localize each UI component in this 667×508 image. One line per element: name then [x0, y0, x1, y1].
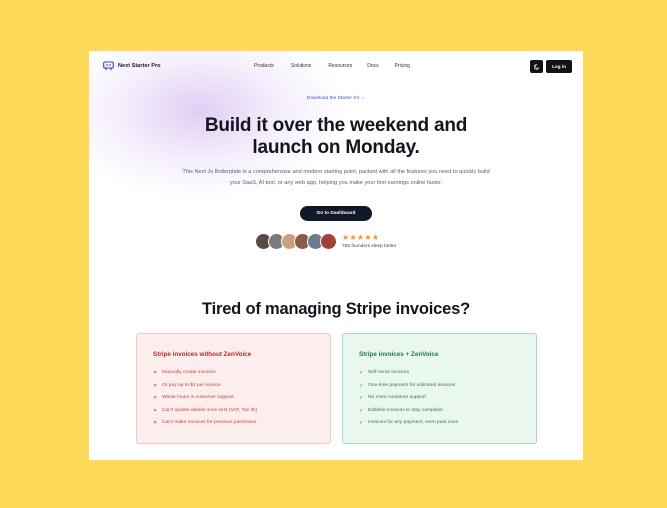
check-icon: ✓: [359, 395, 364, 401]
logo-icon: [103, 61, 114, 71]
nav-item-docs[interactable]: Docs: [367, 63, 378, 69]
list-item-text: Can't update details once sent (VAT, Tax…: [162, 407, 257, 413]
headline-line-1: Build it over the weekend and: [204, 115, 468, 136]
list-item: ✕ Manually create invoices: [153, 367, 330, 380]
list-item: ✓ No more customer support: [359, 392, 536, 405]
avatar: [320, 233, 337, 250]
avatar-group: [255, 233, 337, 250]
headline-line-2: launch on Monday.: [252, 137, 420, 158]
top-nav: Next Starter Pro Products Solutions Reso…: [89, 51, 583, 83]
social-proof: ★★★★★ 785 founders sleep better: [255, 233, 396, 250]
list-item-text: Manually create invoices: [162, 370, 216, 375]
list-item-text: One-time payment for unlimited invoices: [368, 382, 456, 388]
list-item: ✕ Can't update details once sent (VAT, Ta…: [153, 405, 330, 418]
without-list: ✕ Manually create invoices ✕ Or pay up to …: [153, 367, 330, 430]
rating: ★★★★★ 785 founders sleep better: [342, 233, 397, 250]
nav-item-solutions[interactable]: Solutions: [291, 63, 312, 69]
list-item: ✕ Waste hours in customer support: [153, 392, 330, 405]
go-to-dashboard-button[interactable]: Go to Dashboard: [300, 206, 372, 221]
comparison-title: Tired of managing Stripe invoices?: [202, 300, 470, 318]
theme-toggle-button[interactable]: [530, 60, 543, 73]
list-item-text: Invoices for any payment, even past ones: [368, 420, 459, 425]
star-rating-icons: ★★★★★: [342, 233, 380, 242]
with-zenvoice-card: Stripe invoices + ZenVoice ✓ Self-serve i…: [342, 333, 537, 444]
x-icon: ✕: [153, 407, 158, 414]
with-card-heading: Stripe invoices + ZenVoice: [359, 351, 439, 358]
list-item-text: No more customer support: [368, 395, 426, 400]
with-list: ✓ Self-serve invoices ✓ One-time payment f…: [359, 367, 536, 430]
list-item: ✓ Invoices for any payment, even past one…: [359, 417, 536, 430]
login-button[interactable]: Log in: [546, 60, 572, 73]
check-icon: ✓: [359, 382, 364, 389]
x-icon: ✕: [153, 395, 158, 401]
list-item-text: Editable invoices to stay compliant: [368, 407, 443, 413]
list-item-text: Can't make invoices for previous purchas…: [162, 420, 257, 425]
check-icon: ✓: [359, 420, 364, 426]
arrow-right-icon: →: [360, 96, 366, 101]
check-icon: ✓: [359, 407, 364, 414]
list-item-text: Waste hours in customer support: [162, 395, 234, 400]
landing-page: Next Starter Pro Products Solutions Reso…: [89, 51, 583, 460]
hero-headline: Build it over the weekend and launch on …: [89, 115, 583, 159]
nav-item-products[interactable]: Products: [254, 63, 274, 69]
list-item: ✓ One-time payment for unlimited invoices: [359, 380, 536, 393]
brand-logo[interactable]: Next Starter Pro: [103, 61, 161, 71]
x-icon: ✕: [153, 370, 158, 376]
moon-icon: [533, 63, 539, 70]
without-card-heading: Stripe invoices without ZenVoice: [153, 351, 252, 358]
x-icon: ✕: [153, 382, 158, 389]
list-item-text: Self-serve invoices: [368, 370, 410, 375]
without-zenvoice-card: Stripe invoices without ZenVoice ✕ Manual…: [136, 333, 331, 444]
announcement-text: Download the Starter Kit: [306, 96, 359, 101]
list-item: ✓ Self-serve invoices: [359, 367, 536, 380]
announcement-link[interactable]: Download the Starter Kit →: [89, 96, 583, 101]
nav-item-resources[interactable]: Resources: [328, 63, 352, 69]
list-item: ✓ Editable invoices to stay compliant: [359, 405, 536, 418]
brand-name: Next Starter Pro: [118, 63, 161, 69]
main-menu: Products Solutions Resources Docs Pricin…: [254, 63, 410, 69]
social-proof-text: 785 founders sleep better: [342, 244, 397, 249]
list-item: ✕ Or pay up to $2 per invoice: [153, 380, 330, 393]
list-item: ✕ Can't make invoices for previous purcha…: [153, 417, 330, 430]
x-icon: ✕: [153, 420, 158, 426]
hero-subtitle: This Next Js Boilerplate is a comprehens…: [182, 169, 490, 186]
nav-item-pricing[interactable]: Pricing: [395, 63, 410, 69]
list-item-text: Or pay up to $2 per invoice: [162, 382, 221, 388]
check-icon: ✓: [359, 370, 364, 376]
